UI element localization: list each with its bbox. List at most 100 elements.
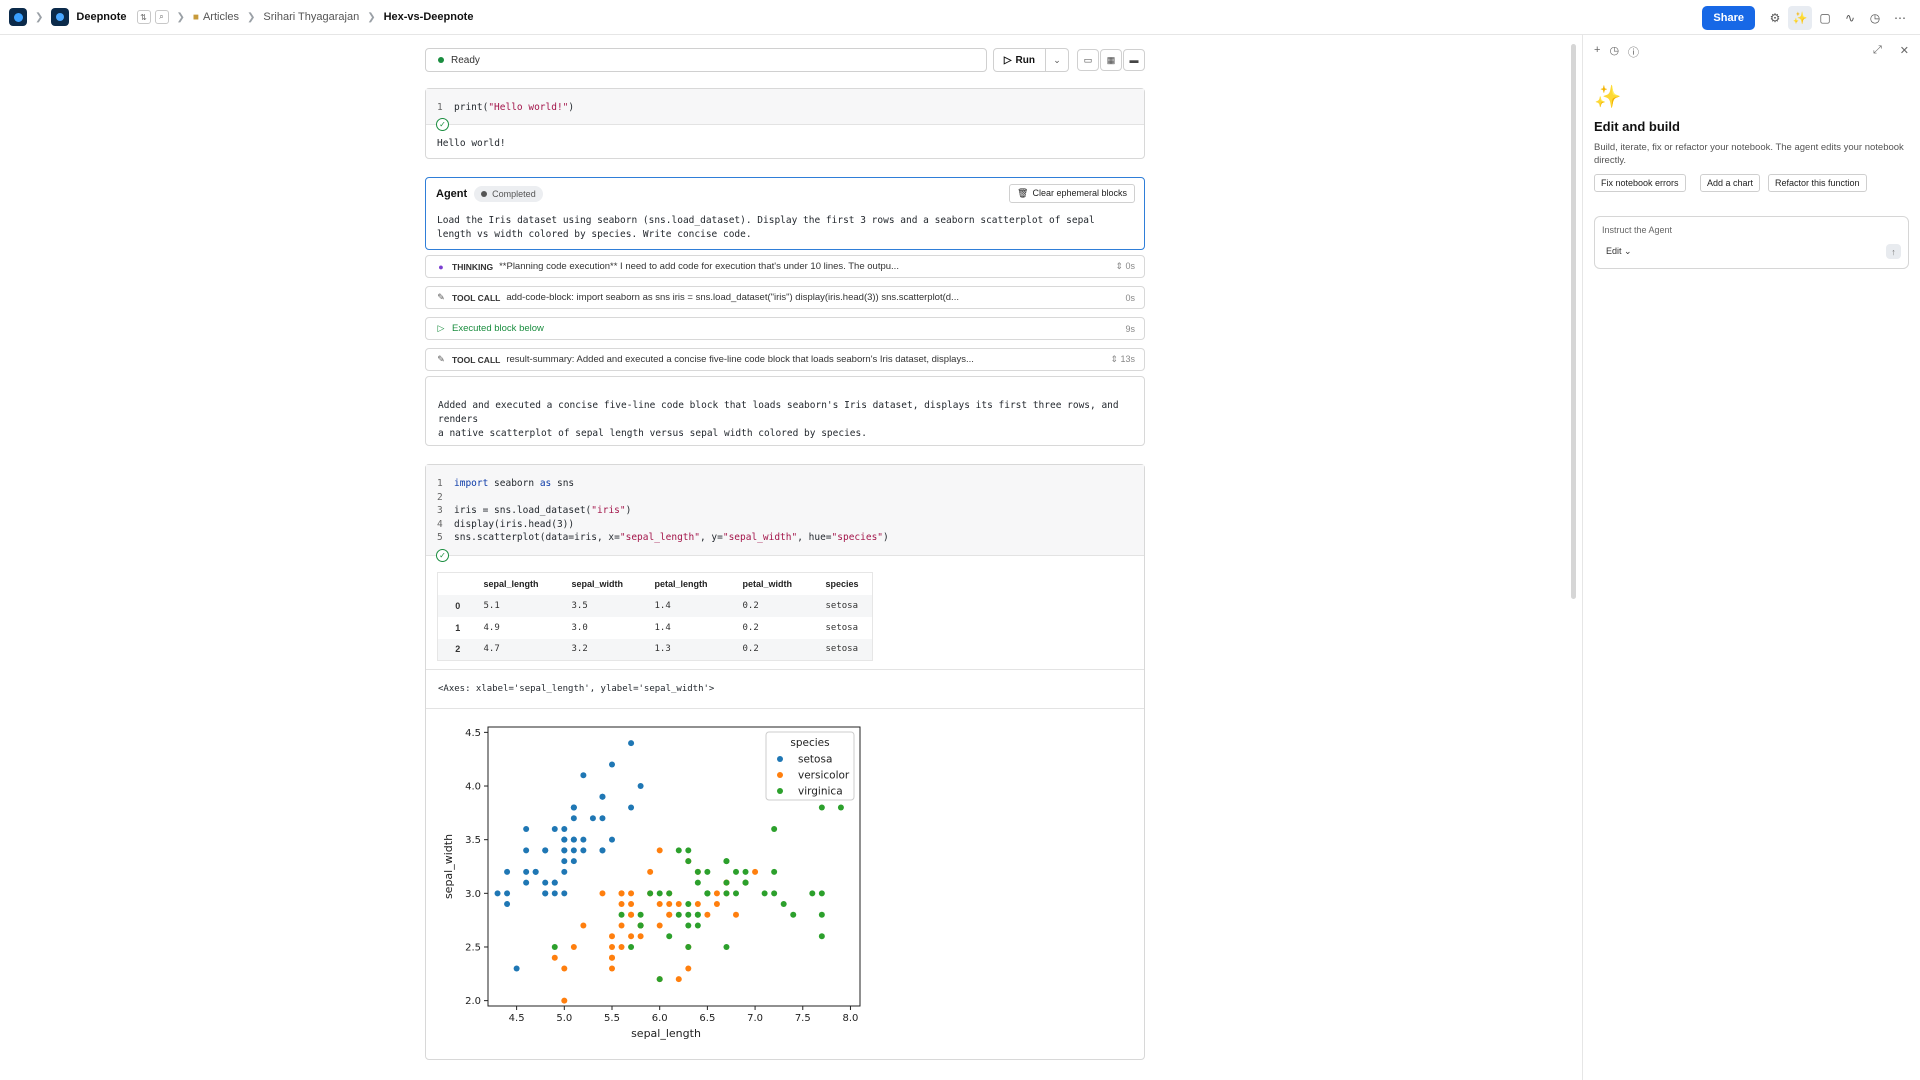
y-tick-label: 3.0 — [465, 889, 481, 900]
data-point-versicolor — [713, 890, 720, 897]
data-point-virginica — [685, 847, 692, 854]
step-text: Executed block below — [452, 323, 544, 334]
data-point-versicolor — [618, 943, 625, 950]
history-icon[interactable]: ◷ — [1609, 44, 1619, 60]
data-point-setosa — [628, 804, 635, 811]
run-button[interactable]: ▷ Run — [992, 48, 1046, 72]
data-point-virginica — [818, 890, 825, 897]
summary-text: Added and executed a concise five-line c… — [426, 399, 1144, 441]
step-label: THINKING — [452, 261, 494, 272]
data-point-versicolor — [656, 922, 663, 929]
collapse-icon[interactable]: ⤢ — [1873, 44, 1882, 57]
data-point-virginica — [656, 890, 663, 897]
data-point-virginica — [637, 922, 644, 929]
dataframe-output: sepal_length sepal_width petal_length pe… — [426, 556, 1144, 670]
data-point-versicolor — [551, 954, 558, 961]
cell-output: Hello world! — [437, 138, 506, 149]
sparkles-icon: ✨ — [1594, 84, 1622, 109]
more-icon[interactable]: ⋯ — [1888, 6, 1912, 30]
notebook-toolbar: Ready ▷ Run ⌄ ▭ ▦ ▬ — [425, 48, 1145, 72]
status-dot-icon — [438, 57, 444, 63]
data-point-virginica — [656, 976, 663, 983]
mode-dropdown[interactable]: Edit ⌄ — [1606, 246, 1632, 257]
search-icon[interactable]: ⌕ — [154, 10, 169, 24]
run-options-chevron-icon[interactable]: ⌄ — [1046, 48, 1069, 72]
data-point-versicolor — [656, 901, 663, 908]
monitor-icon[interactable]: ▭ — [1077, 49, 1099, 71]
data-point-virginica — [685, 901, 692, 908]
data-point-setosa — [570, 804, 577, 811]
thinking-icon: ● — [438, 261, 444, 272]
history-icon[interactable]: ◷ — [1863, 6, 1887, 30]
code-editor[interactable]: 1 print("Hello world!") ✓ — [426, 89, 1144, 131]
settings-icon[interactable]: ⚙ — [1763, 6, 1787, 30]
chevron-right-icon: ❯ — [367, 11, 376, 23]
info-icon[interactable]: ⓘ — [1628, 44, 1639, 60]
data-point-virginica — [723, 943, 730, 950]
close-icon[interactable]: ✕ — [1900, 44, 1909, 57]
code-line: sns.scatterplot(data=iris, x="sepal_leng… — [454, 532, 889, 543]
app-view-icon[interactable]: ▬ — [1123, 49, 1145, 71]
thinking-step[interactable]: ● THINKING **Planning code execution** I… — [425, 255, 1145, 278]
run-label: Run — [1015, 54, 1035, 66]
data-point-setosa — [561, 890, 568, 897]
data-point-setosa — [542, 879, 549, 886]
workspace-name[interactable]: Deepnote — [76, 11, 126, 23]
breadcrumb-articles[interactable]: Articles — [203, 11, 239, 23]
data-point-setosa — [494, 890, 501, 897]
summary-line: a native scatterplot of sepal length ver… — [438, 428, 867, 439]
app-logo-icon[interactable] — [9, 8, 27, 26]
refactor-function-button[interactable]: Refactor this function — [1768, 174, 1867, 192]
breadcrumb-author[interactable]: Srihari Thyagarajan — [263, 11, 359, 23]
data-point-versicolor — [618, 922, 625, 929]
agent-input[interactable]: Instruct the Agent Edit ⌄ ↑ — [1594, 216, 1909, 269]
data-point-versicolor — [609, 965, 615, 972]
data-point-setosa — [580, 847, 587, 854]
legend-label: versicolor — [798, 770, 850, 782]
code-editor[interactable]: 1 import seaborn as sns 2 3 iris = sns.loa… — [426, 465, 1144, 562]
code-cell-1[interactable]: 1 print("Hello world!") ✓ Hello world! — [425, 88, 1145, 159]
chevron-right-icon: ❯ — [35, 11, 44, 23]
tool-call-step[interactable]: ✎ TOOL CALL result-summary: Added and ex… — [425, 348, 1145, 371]
notebook-title[interactable]: Hex-vs-Deepnote — [384, 11, 474, 23]
agent-icon[interactable]: ✨ — [1788, 5, 1812, 30]
data-point-setosa — [513, 965, 520, 972]
add-chart-button[interactable]: Add a chart — [1700, 174, 1761, 192]
share-button[interactable]: Share — [1702, 5, 1755, 30]
code-cell-2[interactable]: 1 import seaborn as sns 2 3 iris = sns.loa… — [425, 464, 1145, 1060]
expand-icon: ⇕ — [1115, 261, 1126, 271]
data-point-versicolor — [580, 922, 587, 929]
folder-emoji-icon: ■ — [192, 11, 199, 23]
scatter-chart: 4.5 5.0 5.5 6.0 6.5 7.0 7.5 8.0 2.0 2.5 3.0 3.5 4.0 4… — [442, 726, 861, 1040]
data-point-setosa — [551, 879, 558, 886]
notebook-scrollbar[interactable] — [1571, 44, 1576, 599]
expand-icon: ⇕ — [1110, 354, 1121, 364]
tool-call-step[interactable]: ✎ TOOL CALL add-code-block: import seabo… — [425, 286, 1145, 309]
data-point-versicolor — [609, 954, 615, 961]
data-point-virginica — [790, 911, 797, 918]
data-point-virginica — [628, 943, 635, 950]
data-point-setosa — [570, 847, 577, 854]
code-line: display(iris.head(3)) — [454, 518, 575, 530]
switch-workspace-icon[interactable]: ⇅ — [136, 10, 151, 24]
step-time: 9s — [1125, 323, 1135, 334]
step-text: add-code-block: import seaborn as sns ir… — [506, 292, 959, 303]
fix-notebook-errors-button[interactable]: Fix notebook errors — [1594, 174, 1686, 192]
legend-label: virginica — [798, 786, 843, 798]
agent-block[interactable]: Agent Completed 🗑 Clear ephemeral blocks … — [425, 177, 1145, 250]
calendar-icon[interactable]: ▦ — [1100, 49, 1122, 71]
data-point-setosa — [589, 815, 596, 822]
data-point-setosa — [561, 858, 568, 865]
comment-icon[interactable]: ▢ — [1813, 6, 1837, 30]
legend-marker — [777, 772, 783, 778]
send-icon[interactable]: ↑ — [1886, 244, 1901, 259]
data-point-versicolor — [609, 943, 615, 950]
clear-ephemeral-blocks-button[interactable]: 🗑 Clear ephemeral blocks — [1009, 184, 1135, 203]
plus-icon[interactable]: + — [1594, 44, 1600, 60]
activity-icon[interactable]: ∿ — [1838, 6, 1862, 30]
executed-step[interactable]: ▷ Executed block below 9s — [425, 317, 1145, 340]
legend-marker — [777, 788, 783, 794]
summary-block[interactable]: Added and executed a concise five-line c… — [425, 376, 1145, 446]
data-point-versicolor — [570, 943, 577, 950]
data-point-setosa — [542, 847, 549, 854]
